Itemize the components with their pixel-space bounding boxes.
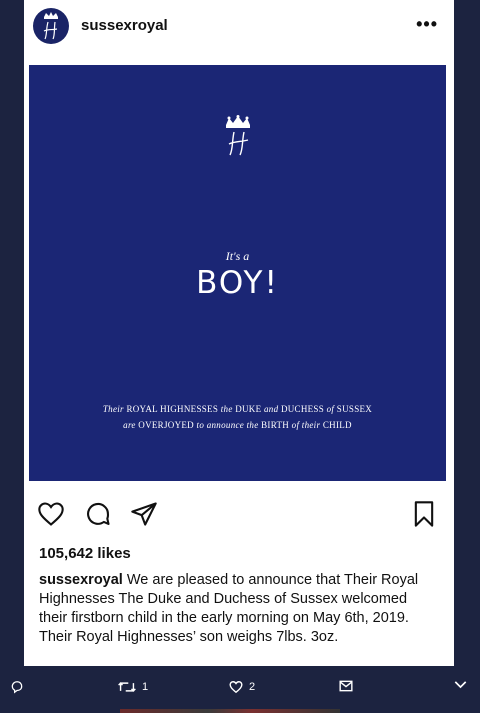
more-options-icon[interactable]: ••• (416, 14, 438, 35)
post-caption: sussexroyal We are pleased to announce t… (39, 571, 439, 647)
boy-headline: BOY! (196, 265, 279, 301)
like-count: 2 (249, 681, 256, 693)
monogram-icon (43, 12, 58, 40)
retweet-icon (118, 682, 136, 692)
bookmark-icon[interactable] (410, 500, 438, 528)
like-button[interactable]: 2 (229, 680, 255, 694)
tweet-action-bar: 1 2 (0, 666, 480, 713)
its-a-text: It's a (225, 249, 250, 263)
caption-username[interactable]: sussexroyal (39, 572, 123, 588)
heart-icon[interactable] (37, 500, 65, 528)
like-heart-icon (229, 681, 243, 694)
post-username[interactable]: sussexroyal (81, 17, 168, 34)
announcement-line-2: are OVERJOYED to announce the BIRTH of t… (123, 420, 352, 430)
retweet-button[interactable]: 1 (118, 680, 148, 694)
reply-icon (11, 681, 23, 694)
retweet-count: 1 (142, 681, 149, 693)
direct-message-button[interactable] (339, 680, 353, 692)
announcement-line-1: Their ROYAL HIGHNESSES the DUKE and DUCH… (102, 404, 373, 414)
next-tweet-preview-strip (120, 709, 340, 713)
reply-button[interactable] (10, 680, 24, 694)
post-image: It's a BOY! Their ROYAL HIGHNESSES the D… (29, 65, 446, 481)
royal-monogram-icon (226, 115, 250, 156)
share-icon[interactable] (130, 500, 158, 528)
likes-count[interactable]: 105,642 likes (39, 545, 131, 562)
avatar[interactable] (33, 8, 69, 44)
chevron-down-icon (454, 681, 467, 689)
comment-icon[interactable] (84, 500, 112, 528)
envelope-icon (339, 680, 353, 692)
post-header: sussexroyal ••• (24, 0, 454, 54)
instagram-post-card: sussexroyal ••• It's a BOY! Their ROYAL … (24, 0, 454, 666)
post-actions (24, 500, 454, 534)
expand-menu-button[interactable] (454, 680, 467, 689)
